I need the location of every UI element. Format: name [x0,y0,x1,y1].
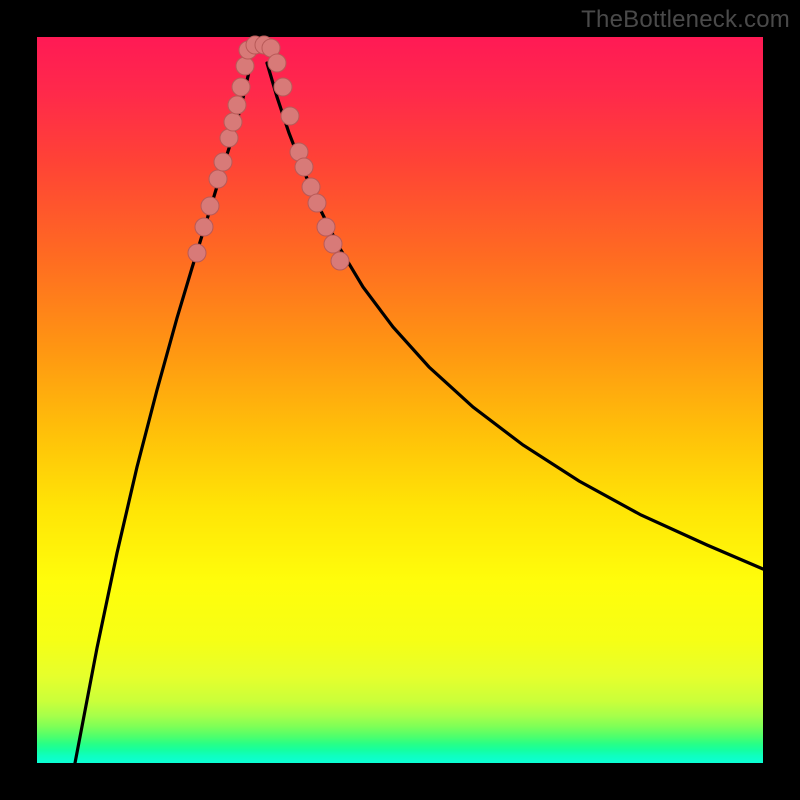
data-marker [281,107,299,125]
data-marker [228,96,246,114]
data-marker [302,178,320,196]
data-marker [274,78,292,96]
data-marker [268,54,286,72]
plot-area [37,37,763,763]
data-marker [308,194,326,212]
data-marker [331,252,349,270]
data-marker [236,57,254,75]
watermark-text: TheBottleneck.com [581,6,790,34]
curve-group [75,44,763,763]
data-marker [224,113,242,131]
data-marker [195,218,213,236]
data-marker [201,197,219,215]
data-marker [209,170,227,188]
data-marker [188,244,206,262]
data-marker [232,78,250,96]
data-marker [324,235,342,253]
series-right-branch [267,63,763,569]
data-marker [214,153,232,171]
data-marker [220,129,238,147]
chart-frame: TheBottleneck.com [0,0,800,800]
curve-layer [37,37,763,763]
data-marker [295,158,313,176]
data-marker [317,218,335,236]
